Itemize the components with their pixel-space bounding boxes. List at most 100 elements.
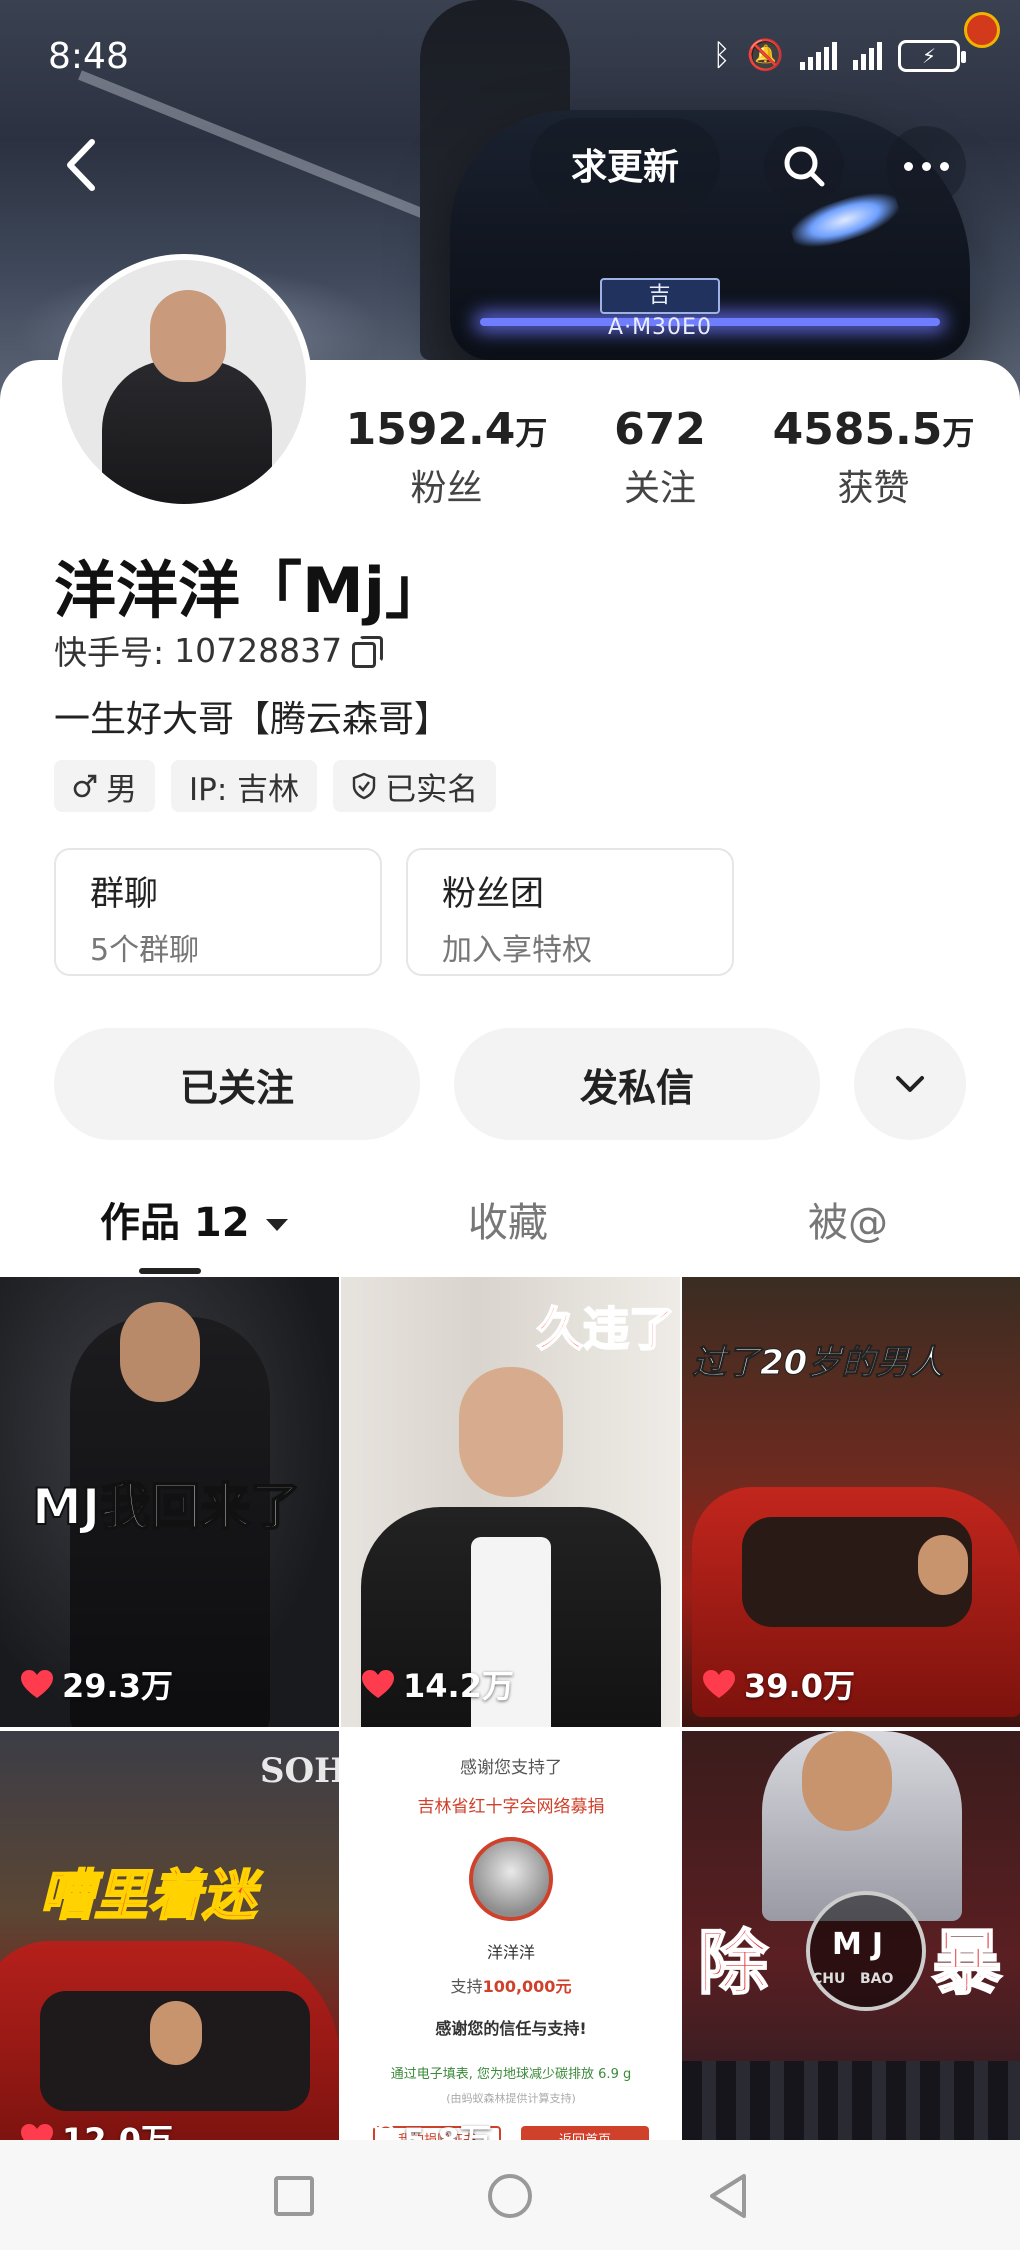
send-message-button[interactable]: 发私信 [454, 1028, 820, 1140]
stat-followers-value: 1592.4 [345, 404, 516, 455]
profile-tabs: 作品 12 收藏 被@ [0, 1180, 1020, 1270]
video-caption: 久违了 [536, 1301, 676, 1357]
video-tile[interactable]: 久违了 14.2万 [341, 1277, 680, 1727]
stat-likes-value: 4585.5 [772, 404, 943, 455]
status-time: 8:48 [48, 36, 129, 77]
donation-trust: 感谢您的信任与支持! [435, 2019, 587, 2038]
copy-icon[interactable] [352, 636, 384, 668]
donation-thanks: 感谢您支持了 [460, 1758, 562, 1778]
tag-verified-label: 已实名 [385, 771, 479, 808]
stat-followers-label: 粉丝 [410, 468, 483, 509]
group-cards: 群聊 5个群聊 粉丝团 加入享特权 [54, 848, 734, 976]
shield-check-icon [352, 772, 376, 800]
avatar[interactable] [56, 254, 312, 510]
fan-club-card[interactable]: 粉丝团 加入享特权 [406, 848, 734, 976]
expand-recommendations-button[interactable] [854, 1028, 966, 1140]
signal-icon-2 [853, 41, 882, 70]
donation-amount-prefix: 支持 [450, 1977, 483, 1996]
heart-icon [703, 1670, 735, 1698]
video-thumbnail-face [918, 1535, 968, 1595]
video-likes-count: 14.2万 [403, 1667, 514, 1705]
stat-following-label: 关注 [623, 468, 696, 509]
user-id-row: 快手号: 10728837 [54, 626, 384, 674]
stat-likes-label: 获赞 [837, 468, 910, 509]
search-icon [784, 146, 825, 187]
status-icons: ᛒ 🔕 ⚡ [712, 38, 966, 73]
video-tile[interactable]: 过了20岁的男人 39.0万 [682, 1277, 1020, 1727]
home-icon[interactable] [488, 2174, 532, 2218]
donation-avatar [469, 1837, 553, 1921]
back-triangle-icon[interactable] [706, 2172, 750, 2220]
video-thumbnail-face [150, 2001, 202, 2065]
tab-works[interactable]: 作品 12 [100, 1190, 290, 1248]
video-likes: 39.0万 [702, 1661, 855, 1707]
tab-works-label: 作品 12 [100, 1200, 250, 1246]
recent-apps-icon[interactable] [274, 2176, 314, 2216]
heart-icon [21, 1670, 53, 1698]
status-bar: 8:48 ᛒ 🔕 ⚡ [0, 0, 1020, 120]
followed-button[interactable]: 已关注 [54, 1028, 420, 1140]
heart-icon [362, 1670, 394, 1698]
profile-actions: 已关注 发私信 [54, 1028, 966, 1140]
stat-following[interactable]: 672 关注 [554, 404, 767, 511]
video-caption: 嘈里着迷 [39, 1863, 257, 1928]
notification-badge-icon [964, 12, 1000, 48]
donation-org: 吉林省红十字会网络募捐 [417, 1797, 605, 1817]
donation-amount: 100,000元 [482, 1977, 572, 1996]
tag-ip-label: IP: 吉林 [189, 771, 300, 808]
video-thumbnail-face [120, 1302, 200, 1402]
video-grid: MJ我回来了 29.3万 久违了 14.2万 过了20岁的男人 39.0万 SO… [0, 1277, 1020, 2181]
video-caption: 过了20岁的男人 [691, 1343, 944, 1384]
avatar-suit [102, 360, 272, 504]
video-likes-count: 39.0万 [744, 1667, 855, 1705]
stat-likes-unit: 万 [942, 414, 975, 452]
mute-icon: 🔕 [746, 38, 784, 73]
profile-tags: 男 IP: 吉林 已实名 [54, 760, 497, 812]
signal-icon [800, 41, 837, 70]
video-likes-count: 29.3万 [62, 1667, 173, 1705]
tag-verified: 已实名 [333, 760, 497, 812]
fan-club-subtitle: 加入享特权 [442, 933, 592, 968]
active-tab-indicator [139, 1268, 201, 1274]
profile-bio: 一生好大哥【腾云森哥】 [54, 699, 451, 740]
back-button[interactable] [50, 130, 120, 200]
user-id-label: 快手号: [54, 633, 165, 672]
video-sign-text: SOH [260, 1751, 339, 1791]
stat-followers[interactable]: 1592.4万 粉丝 [340, 404, 553, 511]
donation-donor: 洋洋洋 [486, 1943, 535, 1962]
tab-mentions[interactable]: 被@ [808, 1190, 888, 1248]
stat-following-value: 672 [614, 404, 706, 455]
more-options-button[interactable] [886, 126, 966, 206]
video-likes: 14.2万 [361, 1661, 514, 1707]
video-tile[interactable]: 感谢您支持了 吉林省红十字会网络募捐 洋洋洋 支持100,000元 感谢您的信任… [341, 1731, 680, 2181]
video-thumbnail-face [459, 1367, 563, 1497]
video-caption: MJ我回来了 [31, 1477, 301, 1537]
fan-club-title: 粉丝团 [442, 874, 544, 914]
search-button[interactable] [764, 126, 844, 206]
chevron-down-icon [896, 1076, 924, 1092]
donation-amount-row: 支持100,000元 [361, 1973, 661, 1997]
bluetooth-icon: ᛒ [712, 38, 731, 73]
caret-down-icon [265, 1219, 288, 1231]
more-dot [921, 161, 931, 171]
video-thumbnail-face [802, 1731, 892, 1831]
profile-name: 洋洋洋「Mj」 [54, 554, 447, 627]
video-tile[interactable]: MJ CHU BAO 除 暴 [682, 1731, 1020, 2181]
donation-certificate: 感谢您支持了 吉林省红十字会网络募捐 洋洋洋 支持100,000元 感谢您的信任… [361, 1731, 661, 2181]
video-caption-right: 暴 [931, 1921, 1003, 2005]
tag-gender: 男 [54, 760, 155, 812]
tab-favorites[interactable]: 收藏 [468, 1190, 548, 1248]
request-update-button[interactable]: 求更新 [530, 118, 720, 210]
battery-charging-icon: ⚡ [898, 39, 966, 72]
more-dot [939, 161, 949, 171]
video-tile[interactable]: MJ我回来了 29.3万 [0, 1277, 339, 1727]
donation-footnote: (由蚂蚁森林提供计算支持) [446, 2092, 576, 2105]
video-caption-left: 除 [697, 1921, 769, 2005]
stat-likes[interactable]: 4585.5万 获赞 [767, 404, 980, 511]
profile-stats: 1592.4万 粉丝 672 关注 4585.5万 获赞 [340, 404, 980, 511]
donation-green-note: 通过电子填表, 您为地球减少碳排放 6.9 g [390, 2067, 632, 2082]
group-chat-card[interactable]: 群聊 5个群聊 [54, 848, 382, 976]
group-chat-title: 群聊 [90, 874, 158, 914]
user-id-value: 10728837 [174, 630, 343, 670]
video-tile[interactable]: SOH 嘈里着迷 12.0万 [0, 1731, 339, 2181]
